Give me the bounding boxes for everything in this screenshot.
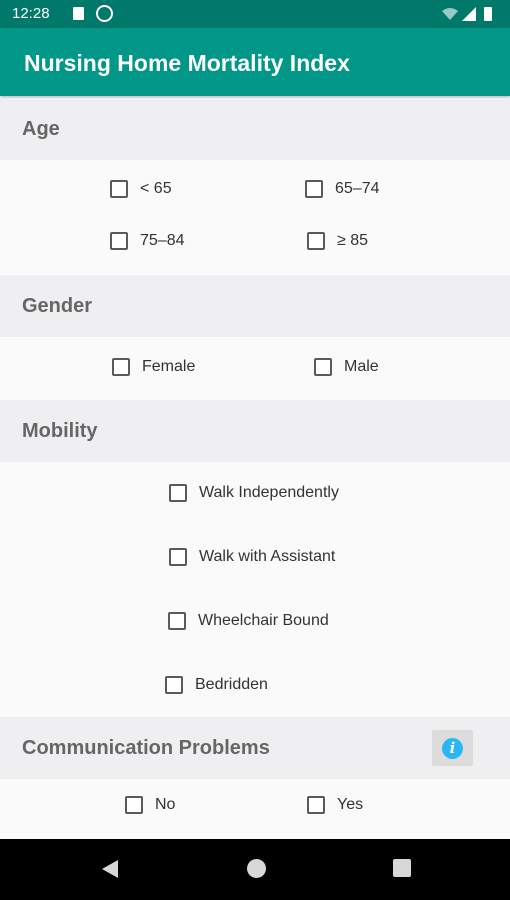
checkbox-label: ≥ 85	[337, 232, 369, 249]
checkbox-box[interactable]	[307, 232, 325, 250]
checkbox-communication-no[interactable]: No	[125, 796, 175, 814]
section-title-communication: Communication Problems	[22, 737, 270, 759]
checkbox-box[interactable]	[307, 796, 325, 814]
checkbox-gender-female[interactable]: Female	[112, 358, 195, 376]
section-title-mobility: Mobility	[22, 420, 98, 442]
data-saver-icon	[96, 5, 113, 22]
checkbox-label: Male	[344, 358, 379, 375]
checkbox-bedridden[interactable]: Bedridden	[165, 676, 268, 694]
navigation-bar	[0, 839, 510, 900]
wifi-icon	[442, 8, 458, 20]
info-icon: i	[442, 738, 463, 759]
checkbox-box[interactable]	[169, 548, 187, 566]
status-right-icons	[440, 6, 500, 22]
checkbox-label: Female	[142, 358, 196, 375]
recents-icon[interactable]	[393, 859, 411, 877]
section-header-communication: Communication Problems i	[0, 717, 510, 779]
home-icon[interactable]	[247, 859, 266, 878]
section-body-gender: Female Male	[0, 337, 510, 399]
checkbox-walk-independently[interactable]: Walk Independently	[169, 484, 339, 502]
back-icon[interactable]	[100, 859, 120, 879]
checkbox-label: Bedridden	[195, 676, 268, 693]
checkbox-label: < 65	[140, 180, 172, 197]
checkbox-label: 65–74	[335, 180, 380, 197]
checkbox-age-75-84[interactable]: 75–84	[110, 232, 185, 250]
checkbox-label: Walk with Assistant	[199, 548, 336, 565]
section-header-gender: Gender	[0, 275, 510, 337]
checkbox-label: Wheelchair Bound	[198, 612, 329, 629]
checkbox-age-under-65[interactable]: < 65	[110, 180, 172, 198]
status-bar: 12:28	[0, 0, 510, 28]
section-title-gender: Gender	[22, 295, 93, 317]
section-header-age: Age	[0, 98, 510, 160]
checkbox-gender-male[interactable]: Male	[314, 358, 379, 376]
checkbox-box[interactable]	[165, 676, 183, 694]
app-bar: Nursing Home Mortality Index	[0, 28, 510, 96]
checkbox-communication-yes[interactable]: Yes	[307, 796, 363, 814]
checkbox-box[interactable]	[125, 796, 143, 814]
section-header-mobility: Mobility	[0, 400, 510, 462]
checkbox-box[interactable]	[168, 612, 186, 630]
checkbox-label: Yes	[337, 796, 364, 813]
signal-icon	[462, 7, 476, 21]
sd-card-icon	[73, 7, 84, 20]
info-button[interactable]: i	[432, 730, 473, 766]
section-body-age: < 65 65–74 75–84 ≥ 85	[0, 160, 510, 272]
app-title: Nursing Home Mortality Index	[24, 50, 350, 76]
checkbox-label: 75–84	[140, 232, 185, 249]
checkbox-label: Walk Independently	[199, 484, 339, 501]
section-title-age: Age	[22, 118, 60, 140]
battery-icon	[484, 7, 492, 21]
checkbox-age-65-74[interactable]: 65–74	[305, 180, 380, 198]
status-time: 12:28	[12, 5, 50, 22]
checkbox-walk-with-assistant[interactable]: Walk with Assistant	[169, 548, 335, 566]
checkbox-wheelchair-bound[interactable]: Wheelchair Bound	[168, 612, 329, 630]
checkbox-box[interactable]	[169, 484, 187, 502]
checkbox-box[interactable]	[305, 180, 323, 198]
checkbox-label: No	[155, 796, 176, 813]
section-body-communication: No Yes	[0, 779, 510, 839]
checkbox-box[interactable]	[110, 180, 128, 198]
checkbox-age-85-plus[interactable]: ≥ 85	[307, 232, 368, 250]
checkbox-box[interactable]	[110, 232, 128, 250]
checkbox-box[interactable]	[112, 358, 130, 376]
section-body-mobility: Walk Independently Walk with Assistant W…	[0, 462, 510, 716]
checkbox-box[interactable]	[314, 358, 332, 376]
